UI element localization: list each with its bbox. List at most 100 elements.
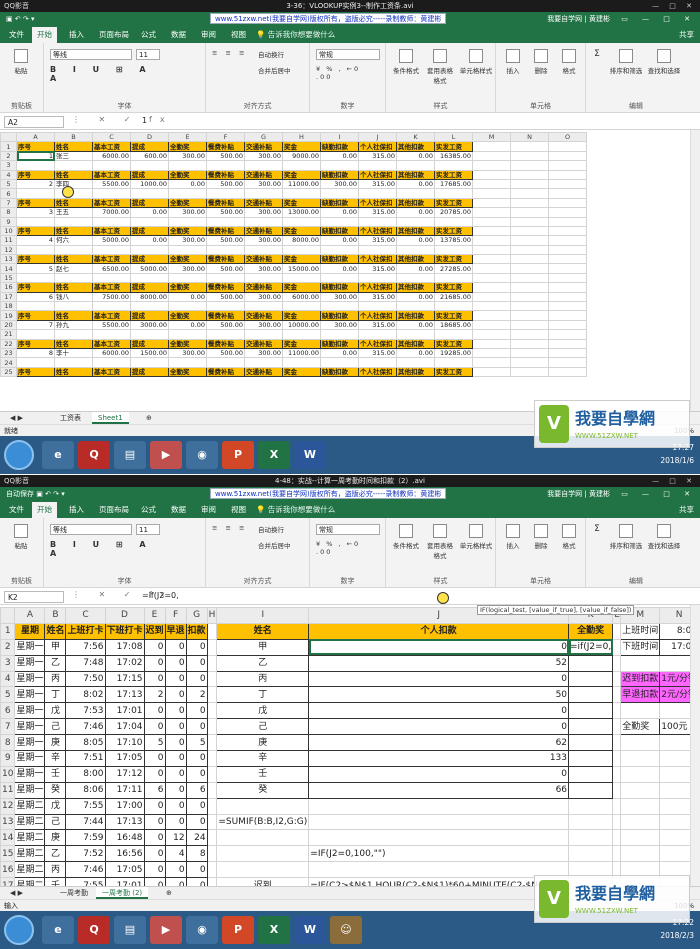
column-header[interactable]: A <box>14 607 46 624</box>
empty-cell[interactable] <box>472 357 511 368</box>
header-cell[interactable]: 提成 <box>130 141 169 152</box>
data-cell[interactable]: 8:00 <box>65 765 106 783</box>
header-cell[interactable]: 基本工资 <box>92 225 131 237</box>
header-cell[interactable]: 餐费补贴 <box>206 310 245 321</box>
font-size-select[interactable]: 11 <box>136 524 160 535</box>
empty-cell[interactable] <box>472 272 511 284</box>
header-cell[interactable]: 其他扣款 <box>396 366 435 378</box>
data-cell[interactable]: 8 <box>185 845 208 863</box>
data-cell[interactable]: 4 <box>16 235 55 246</box>
data-cell[interactable]: 17:05 <box>104 861 145 879</box>
empty-cell[interactable] <box>206 718 218 736</box>
header-cell[interactable]: 全勤奖 <box>168 169 207 180</box>
header-cell[interactable]: 其他扣款 <box>396 141 435 152</box>
row-header[interactable]: 17 <box>0 291 17 303</box>
data-cell[interactable]: 300.00 <box>244 178 283 190</box>
data-cell[interactable]: 壬 <box>216 765 310 783</box>
data-cell[interactable]: 500.00 <box>206 291 245 303</box>
start-button-icon[interactable] <box>4 440 34 470</box>
data-cell[interactable]: 15000.00 <box>282 263 321 274</box>
empty-cell[interactable] <box>568 845 614 863</box>
header-cell[interactable]: 奖金 <box>282 282 321 293</box>
empty-cell[interactable] <box>548 319 587 331</box>
empty-cell[interactable] <box>548 310 587 321</box>
data-cell[interactable]: 0 <box>164 734 187 752</box>
empty-cell[interactable] <box>434 160 473 171</box>
header-cell[interactable]: 奖金 <box>282 169 321 180</box>
data-cell[interactable]: 壬 <box>44 765 67 783</box>
data-cell[interactable]: 庚 <box>216 734 310 752</box>
data-cell[interactable]: 5000.00 <box>92 235 131 246</box>
empty-cell[interactable] <box>92 272 131 284</box>
empty-cell[interactable] <box>396 160 435 171</box>
header-cell[interactable]: 全勤奖 <box>568 622 614 640</box>
header-cell[interactable]: 基本工资 <box>92 169 131 180</box>
sheet-tab-1[interactable]: 一周考勤 <box>54 887 94 899</box>
data-cell[interactable]: 0 <box>143 861 166 879</box>
spreadsheet-grid[interactable]: ABCDEFGHIJKLMNO1星期姓名上班打卡下班打卡迟到早退扣款姓名个人扣款… <box>0 607 690 907</box>
empty-cell[interactable] <box>168 301 207 312</box>
empty-cell[interactable] <box>358 188 397 199</box>
empty-cell[interactable] <box>548 366 587 378</box>
header-cell[interactable]: 餐费补贴 <box>206 338 245 350</box>
empty-cell[interactable] <box>472 338 511 350</box>
empty-cell[interactable] <box>206 702 218 720</box>
tab-formulas[interactable]: 公式 <box>136 27 161 43</box>
sort-filter-button[interactable]: 排序和筛选 <box>608 524 644 550</box>
data-cell[interactable]: 8000.00 <box>282 235 321 246</box>
data-cell[interactable]: 0.00 <box>130 235 169 246</box>
header-cell[interactable]: 缺勤扣款 <box>320 225 359 237</box>
empty-cell[interactable] <box>510 357 549 368</box>
data-cell[interactable]: 13000.00 <box>282 207 321 218</box>
empty-cell[interactable] <box>16 329 55 340</box>
empty-cell[interactable] <box>206 861 218 879</box>
empty-cell[interactable] <box>548 244 587 256</box>
data-cell[interactable]: 5000.00 <box>130 263 169 274</box>
row-header[interactable]: 6 <box>0 702 16 720</box>
data-cell[interactable]: 戊 <box>44 702 67 720</box>
header-cell[interactable]: 个人社保扣 <box>358 338 397 350</box>
data-cell[interactable]: 0 <box>185 654 208 672</box>
empty-cell[interactable] <box>320 357 359 368</box>
data-cell[interactable]: 0 <box>164 638 187 656</box>
data-cell[interactable]: 0.00 <box>320 347 359 359</box>
header-cell[interactable]: 交通补贴 <box>244 366 283 378</box>
formula-note[interactable]: =IF(J2=0,100,"") <box>308 845 570 863</box>
column-header[interactable]: N <box>510 132 549 143</box>
data-cell[interactable]: 133 <box>308 750 570 767</box>
empty-cell[interactable] <box>16 272 55 284</box>
data-cell[interactable]: 0 <box>164 765 187 783</box>
header-cell[interactable]: 序号 <box>16 225 55 237</box>
cell-style-button[interactable]: 单元格样式 <box>458 524 494 550</box>
data-cell[interactable]: 李四 <box>54 178 93 190</box>
data-cell[interactable]: 7:44 <box>65 813 106 831</box>
tell-me-search[interactable]: 💡 告诉我你想要做什么 <box>256 27 335 43</box>
column-header[interactable]: D <box>104 607 145 624</box>
header-cell[interactable]: 缺勤扣款 <box>320 366 359 378</box>
header-cell[interactable]: 奖金 <box>282 225 321 237</box>
empty-cell[interactable] <box>472 188 511 199</box>
empty-cell[interactable] <box>358 301 397 312</box>
empty-cell[interactable] <box>472 160 511 171</box>
find-select-button[interactable]: 查找和选择 <box>646 524 682 550</box>
empty-cell[interactable] <box>659 734 690 752</box>
header-cell[interactable]: 基本工资 <box>92 197 131 209</box>
empty-cell[interactable] <box>54 244 93 256</box>
data-cell[interactable]: 17685.00 <box>434 178 473 190</box>
empty-cell[interactable] <box>472 291 511 303</box>
data-cell[interactable]: 0 <box>143 829 166 847</box>
header-cell[interactable]: 基本工资 <box>92 254 131 265</box>
header-cell[interactable]: 基本工资 <box>92 310 131 321</box>
empty-cell[interactable] <box>612 797 622 815</box>
empty-cell[interactable] <box>282 357 321 368</box>
data-cell[interactable]: 乙 <box>44 845 67 863</box>
empty-cell[interactable] <box>659 797 690 815</box>
header-cell[interactable]: 全勤奖 <box>168 310 207 321</box>
empty-cell[interactable] <box>130 216 169 227</box>
empty-cell[interactable] <box>548 197 587 209</box>
data-cell[interactable]: 癸 <box>44 781 67 799</box>
data-cell[interactable]: 27285.00 <box>434 263 473 274</box>
data-cell[interactable]: 0 <box>164 718 187 736</box>
header-cell[interactable]: 姓名 <box>54 338 93 350</box>
data-cell[interactable]: 钱八 <box>54 291 93 303</box>
